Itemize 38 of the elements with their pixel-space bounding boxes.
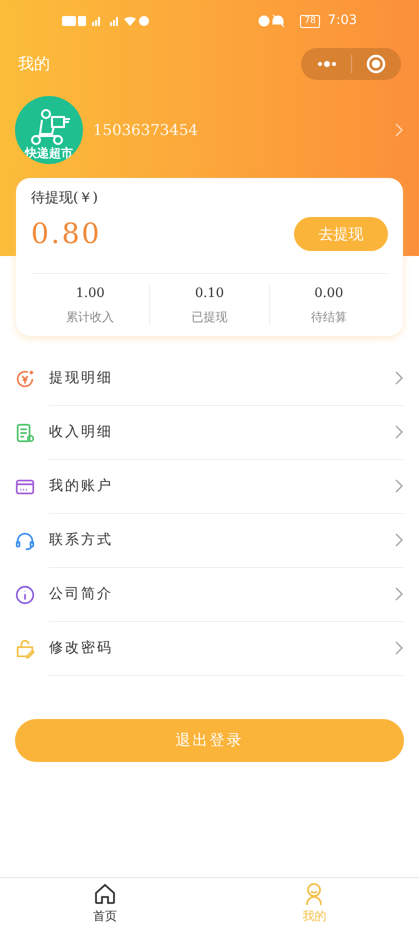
phone-number: 15036373454 (93, 120, 198, 141)
scooter-icon (28, 108, 70, 146)
status-time: 7:03 (328, 12, 357, 30)
battery-level: 78 (300, 14, 320, 28)
home-icon (92, 882, 117, 906)
stat-label: 已提现 (191, 308, 228, 326)
tab-item[interactable]: 首页 (0, 878, 210, 929)
menu-item[interactable]: 我的账户 (0, 460, 419, 514)
chevron-icon (394, 122, 404, 138)
balance-label: 待提现(￥) (31, 189, 99, 208)
chevron-icon (394, 586, 404, 602)
menu-item[interactable]: 收入明细 (0, 406, 419, 460)
menu-label: 收入明细 (49, 422, 114, 442)
menu-item[interactable]: 公司简介 (0, 568, 419, 622)
stat-value: 1.00 (76, 285, 105, 303)
capsule-menu[interactable] (301, 48, 401, 80)
menu-label: 提现明细 (49, 368, 114, 388)
lock-edit-icon (14, 638, 36, 660)
menu-label: 公司简介 (49, 584, 114, 604)
stat-label: 累计收入 (66, 308, 114, 326)
menu-label: 我的账户 (49, 476, 114, 496)
document-icon (14, 422, 36, 444)
info-icon (14, 584, 36, 606)
menu-label: 联系方式 (49, 530, 114, 550)
stat-label: 待结算 (310, 308, 347, 326)
chevron-icon (394, 640, 404, 656)
balance-amount: 0.80 (31, 216, 102, 252)
chevron-icon (394, 424, 404, 440)
chevron-icon (394, 370, 404, 386)
menu-item[interactable]: 修改密码 (0, 622, 419, 676)
chevron-icon (394, 532, 404, 548)
chevron-icon (394, 478, 404, 494)
stat-value: 0.10 (195, 285, 224, 303)
page-title: 我的 (18, 53, 50, 75)
stat-value: 0.00 (314, 285, 344, 303)
menu-item[interactable]: 联系方式 (0, 514, 419, 568)
menu-label: 修改密码 (49, 638, 114, 658)
menu-item[interactable]: 提现明细 (0, 352, 419, 406)
